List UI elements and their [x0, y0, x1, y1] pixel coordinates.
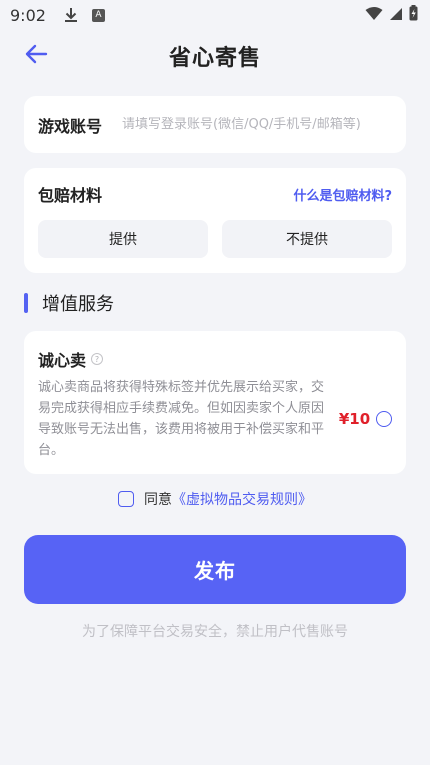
trade-rules-link[interactable]: 《虚拟物品交易规则》 [172, 489, 312, 509]
header: 省心寄售 [0, 36, 430, 76]
compensation-card: 包赔材料 什么是包赔材料? 提供 不提供 [24, 168, 406, 273]
publish-button[interactable]: 发布 [24, 535, 406, 604]
battery-charging-icon [409, 5, 418, 25]
status-time: 9:02 [10, 5, 46, 25]
agreement-row: 同意 《虚拟物品交易规则》 [0, 488, 430, 510]
a-icon: A [91, 8, 105, 22]
arrow-left-icon [24, 44, 48, 68]
not-provide-option-button[interactable]: 不提供 [222, 220, 392, 258]
service-name: 诚心卖 [38, 351, 87, 370]
signal-icon [389, 6, 403, 25]
account-card: 游戏账号 [24, 96, 406, 153]
compensation-help-link[interactable]: 什么是包赔材料? [293, 185, 392, 204]
section-accent-bar [24, 293, 28, 313]
agreement-prefix: 同意 [144, 492, 172, 508]
question-icon[interactable]: ? [91, 353, 104, 365]
compensation-label: 包赔材料 [38, 186, 103, 205]
section-title-text: 增值服务 [42, 294, 114, 315]
account-input[interactable] [122, 117, 392, 132]
wifi-icon [365, 6, 383, 25]
back-button[interactable] [22, 42, 50, 70]
page-title: 省心寄售 [168, 46, 261, 71]
account-label: 游戏账号 [38, 116, 103, 136]
service-description: 诚心卖商品将获得特殊标签并优先展示给买家，交易完成获得相应手续费减免。但如因卖家… [38, 380, 325, 458]
sincere-sell-card: 诚心卖 ? 诚心卖商品将获得特殊标签并优先展示给买家，交易完成获得相应手续费减免… [24, 331, 406, 474]
agreement-checkbox[interactable] [118, 491, 134, 507]
service-price: ¥10 [338, 410, 371, 428]
provide-option-button[interactable]: 提供 [38, 220, 208, 258]
service-radio[interactable] [376, 411, 392, 427]
footer-note: 为了保障平台交易安全，禁止用户代售账号 [82, 624, 348, 640]
download-icon [64, 7, 78, 23]
status-bar: 9:02 A [0, 0, 430, 30]
value-added-section-title: 增值服务 [24, 291, 114, 315]
